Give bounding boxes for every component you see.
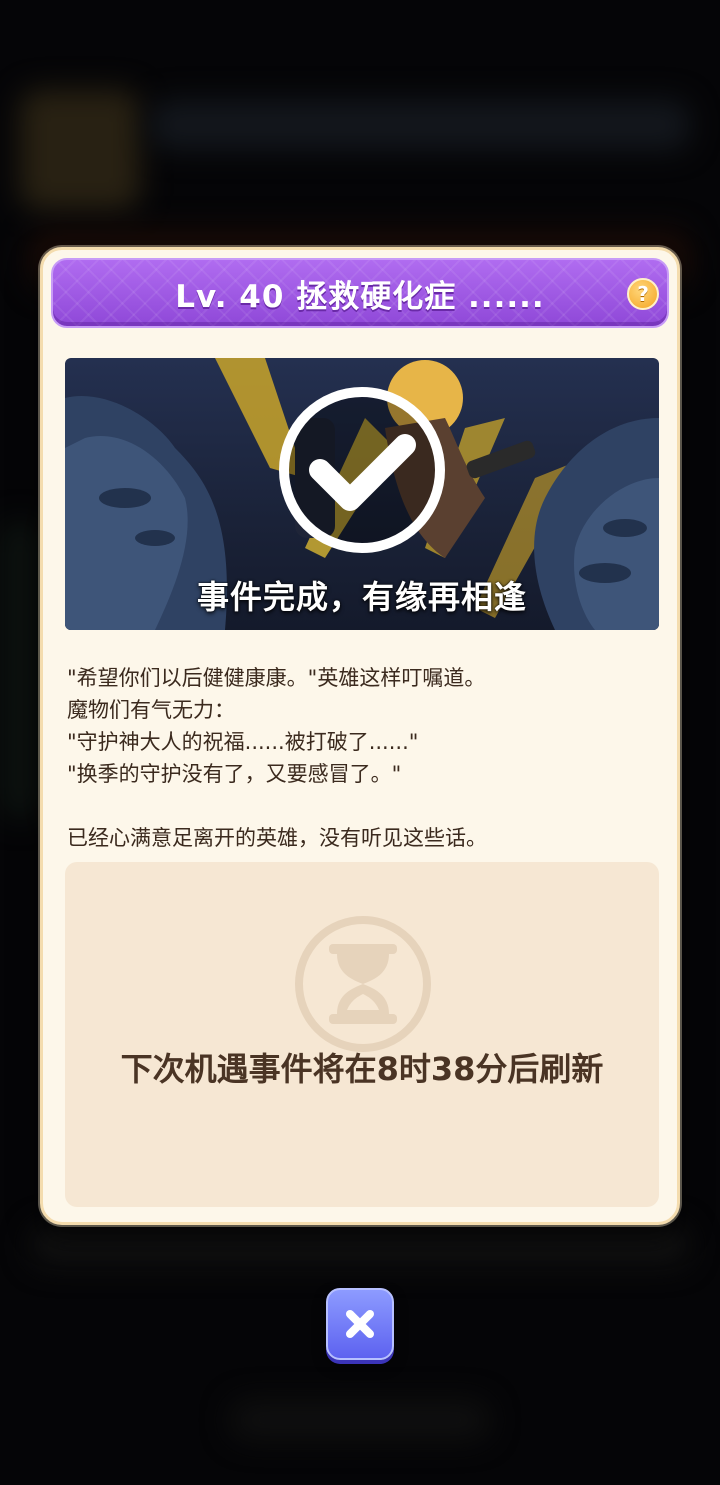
timer-prefix: 下次机遇事件将在 (120, 1050, 377, 1088)
close-icon (346, 1310, 374, 1338)
title-bar: Lv. 40 拯救硬化症 ...... ? (51, 258, 669, 328)
event-modal: Lv. 40 拯救硬化症 ...... ? 事件完成，有缘再相逢 "希望你们以后… (40, 247, 680, 1225)
check-circle-icon (279, 387, 445, 553)
story-line: "换季的守护没有了，又要感冒了。" (67, 762, 402, 786)
hourglass-icon (295, 916, 431, 1052)
story-line: 魔物们有气无力： (67, 698, 235, 722)
timer-minutes: 38 (430, 1050, 476, 1088)
event-title: Lv. 40 拯救硬化症 ...... (175, 278, 545, 315)
event-banner: 事件完成，有缘再相逢 (65, 358, 659, 630)
story-line: 已经心满意足离开的英雄，没有听见这些话。 (67, 826, 487, 850)
timer-hours-unit: 时 (398, 1050, 431, 1088)
story-text: "希望你们以后健健康康。"英雄这样叮嘱道。 魔物们有气无力： "守护神大人的祝福… (67, 662, 657, 854)
help-icon[interactable]: ? (627, 278, 659, 310)
timer-hours: 8 (376, 1050, 399, 1088)
timer-suffix: 后刷新 (507, 1050, 604, 1088)
story-line (67, 790, 657, 822)
story-line: "守护神大人的祝福......被打破了......" (67, 730, 419, 754)
banner-caption: 事件完成，有缘再相逢 (196, 578, 527, 616)
close-button[interactable] (326, 1288, 394, 1360)
timer-minutes-unit: 分 (475, 1050, 508, 1088)
timer-panel: 下次机遇事件将在8时38分后刷新 (65, 862, 659, 1207)
story-line: "希望你们以后健健康康。"英雄这样叮嘱道。 (67, 666, 486, 690)
refresh-timer: 下次机遇事件将在8时38分后刷新 (65, 1044, 659, 1090)
